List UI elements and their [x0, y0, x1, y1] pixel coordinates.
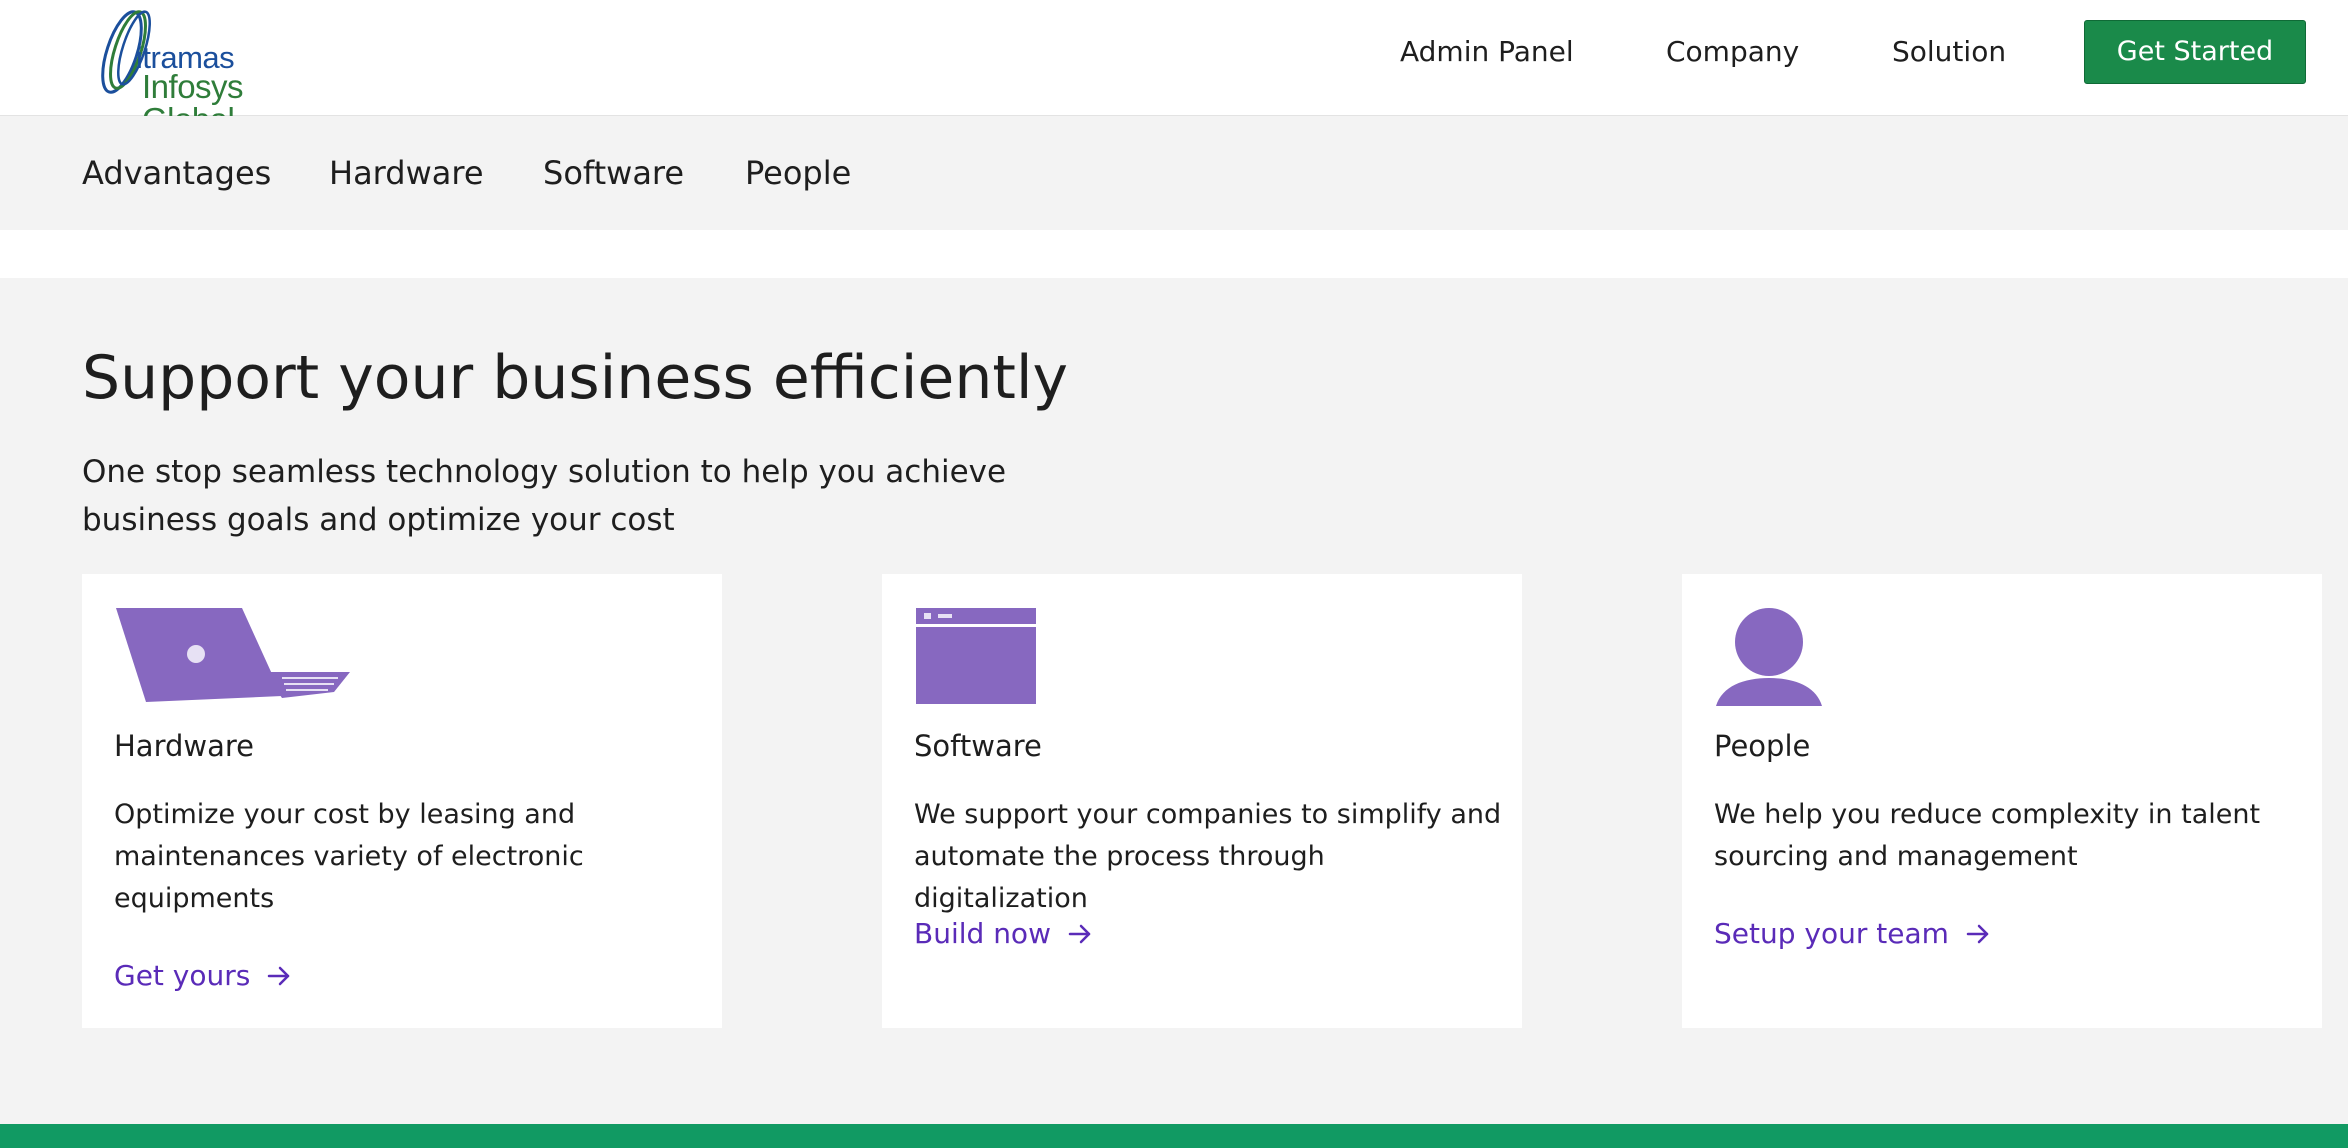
card-description: Optimize your cost by leasing and mainte… [114, 799, 584, 914]
software-card: Software We support your companies to si… [882, 574, 1522, 1028]
nav-company[interactable]: Company [1666, 34, 1799, 70]
card-title: Hardware [114, 729, 255, 763]
link-label: Get yours [114, 959, 251, 992]
section-subnav: Advantages Hardware Software People [0, 116, 2348, 230]
setup-team-link[interactable]: Setup your team [1714, 916, 1991, 952]
laptop-icon [116, 608, 350, 702]
card-description: We help you reduce complexity in talent … [1714, 799, 2261, 872]
get-started-button[interactable]: Get Started [2084, 20, 2306, 84]
link-label: Build now [914, 917, 1051, 950]
arrow-right-icon [268, 966, 290, 986]
subnav-hardware[interactable]: Hardware [329, 153, 484, 193]
build-now-link[interactable]: Build now [914, 916, 1093, 952]
get-yours-link[interactable]: Get yours [114, 958, 292, 994]
people-card: People We help you reduce complexity in … [1682, 574, 2322, 1028]
subnav-people[interactable]: People [745, 153, 851, 193]
hardware-card: Hardware Optimize your cost by leasing a… [82, 574, 722, 1028]
nav-solution[interactable]: Solution [1892, 34, 2006, 70]
nav-admin-panel[interactable]: Admin Panel [1400, 34, 1574, 70]
subnav-software[interactable]: Software [543, 153, 684, 193]
hero-title: Support your business efficiently [82, 343, 1069, 413]
browser-window-icon [916, 608, 1036, 704]
arrow-right-icon [1068, 924, 1091, 944]
card-description: We support your companies to simplify an… [914, 799, 1502, 914]
card-title: People [1714, 729, 1811, 763]
hero-subtitle: One stop seamless technology solution to… [82, 454, 1007, 538]
link-label: Setup your team [1714, 917, 1949, 950]
card-title: Software [914, 729, 1042, 763]
subnav-advantages[interactable]: Advantages [82, 153, 271, 193]
footer-strip [0, 1124, 2348, 1148]
hero-section: Support your business efficiently One st… [0, 278, 2348, 1124]
top-header: itramas Infosys Global Admin Panel Compa… [0, 0, 2348, 136]
company-logo[interactable]: itramas Infosys Global [82, 6, 342, 136]
person-icon [1716, 608, 1822, 706]
arrow-right-icon [1966, 924, 1989, 944]
